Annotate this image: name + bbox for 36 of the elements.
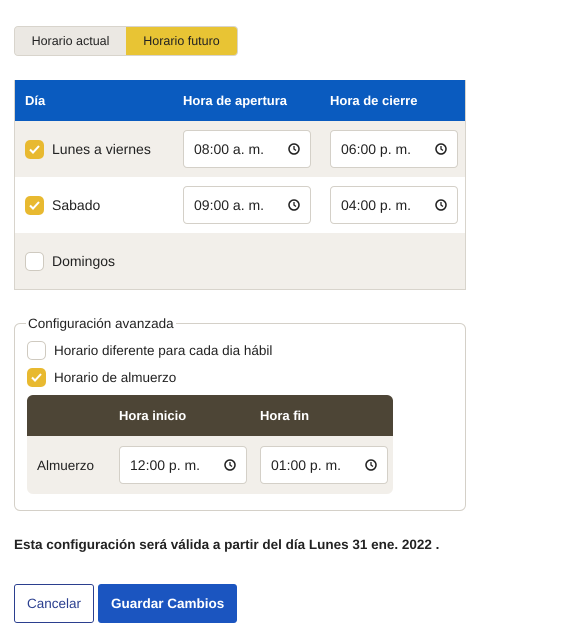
- clock-icon: [435, 199, 447, 211]
- clock-icon: [288, 143, 300, 155]
- check-icon: [29, 200, 40, 210]
- clock-icon: [365, 459, 377, 471]
- time-field[interactable]: 08:00 a. m.: [183, 130, 311, 168]
- check-icon: [29, 144, 40, 154]
- time-field[interactable]: 12:00 p. m.: [119, 446, 247, 484]
- clock-icon: [288, 199, 300, 211]
- column-header: Hora inicio: [119, 408, 188, 423]
- clock-icon: [435, 143, 447, 155]
- notice-text: Esta configuración será válida a partir del día Lunes 31 ene. 2022 .: [14, 537, 440, 552]
- time-field[interactable]: 04:00 p. m.: [330, 186, 458, 224]
- option-label: Horario diferente para cada dia hábil: [54, 343, 272, 358]
- checkbox[interactable]: [27, 341, 46, 360]
- checkbox[interactable]: [25, 196, 44, 214]
- panel-title: Configuración avanzada: [27, 316, 175, 331]
- cancel-button[interactable]: Cancelar: [14, 584, 94, 623]
- column-header: Hora fin: [260, 408, 310, 423]
- time-field[interactable]: 06:00 p. m.: [330, 130, 458, 168]
- checkbox[interactable]: [25, 140, 44, 158]
- check-icon: [31, 373, 42, 382]
- time-field[interactable]: 01:00 p. m.: [260, 446, 388, 484]
- checkbox[interactable]: [25, 252, 44, 270]
- option-label: Horario de almuerzo: [54, 370, 176, 385]
- time-field[interactable]: 09:00 a. m.: [183, 186, 311, 224]
- clock-icon: [224, 459, 236, 471]
- day-label: Domingos: [52, 253, 116, 269]
- row-label: Almuerzo: [37, 458, 96, 472]
- column-header: Hora de cierre: [330, 93, 418, 108]
- checkbox[interactable]: [27, 368, 46, 387]
- column-header: Hora de apertura: [183, 93, 288, 108]
- save-button[interactable]: Guardar Cambios: [98, 584, 238, 623]
- tab[interactable]: Horario futuro: [126, 27, 237, 55]
- column-header: Día: [25, 93, 46, 108]
- day-label: Sabado: [52, 197, 100, 213]
- day-label: Lunes a viernes: [52, 141, 151, 157]
